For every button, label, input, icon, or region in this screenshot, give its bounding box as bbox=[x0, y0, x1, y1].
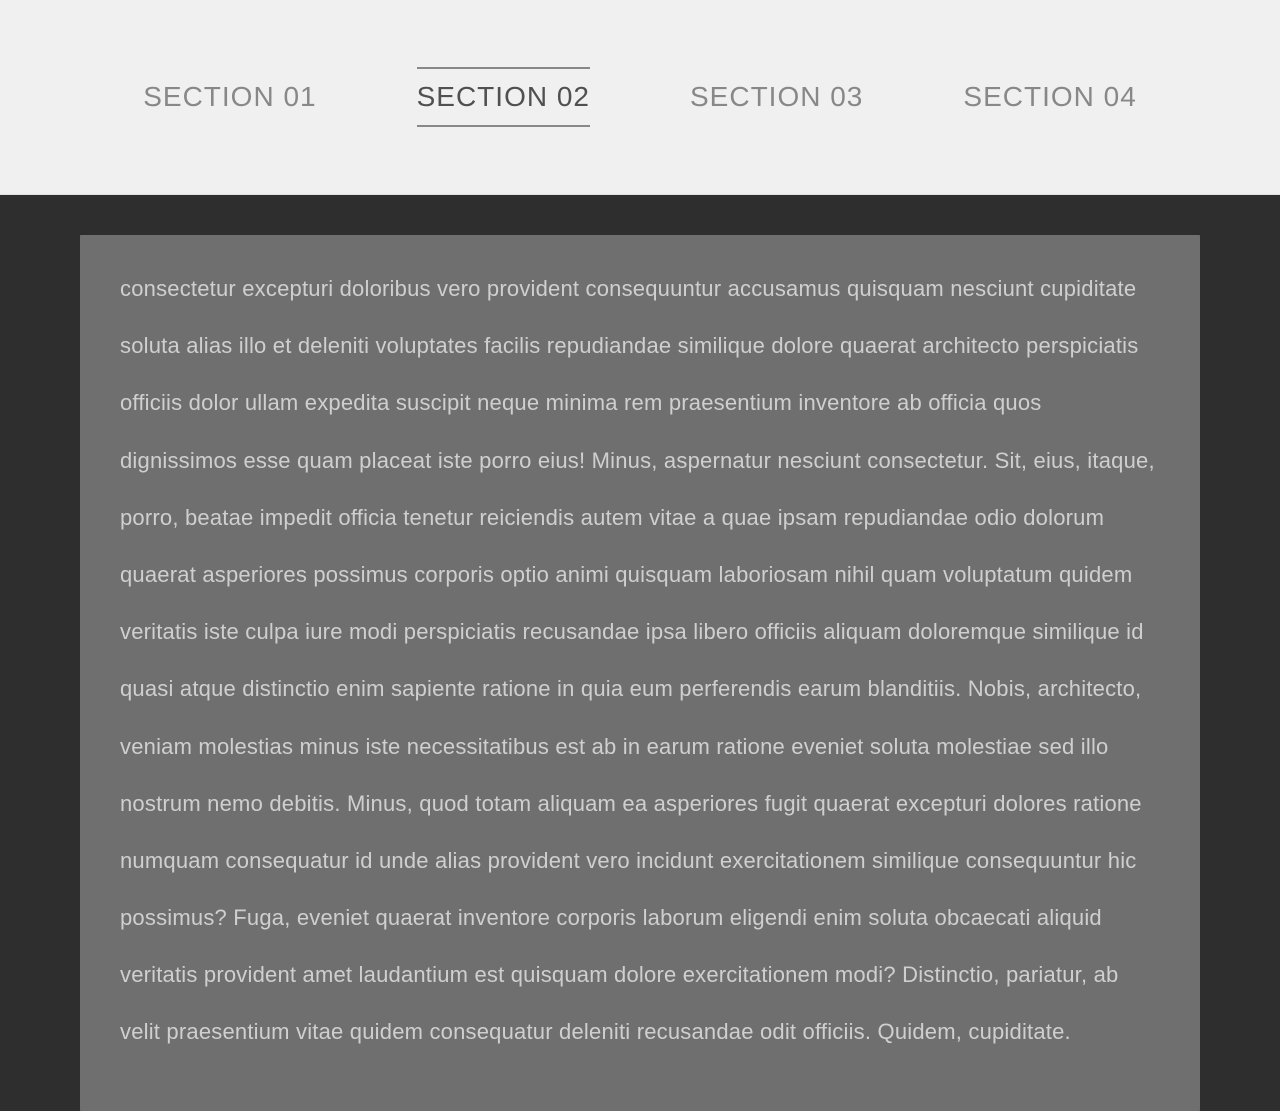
content-area: consectetur excepturi doloribus vero pro… bbox=[0, 195, 1280, 1111]
tab-section-01[interactable]: SECTION 01 bbox=[143, 69, 316, 125]
tab-section-02[interactable]: SECTION 02 bbox=[417, 67, 590, 127]
tab-navigation: SECTION 01 SECTION 02 SECTION 03 SECTION… bbox=[0, 0, 1280, 195]
tab-section-03[interactable]: SECTION 03 bbox=[690, 69, 863, 125]
tab-section-04[interactable]: SECTION 04 bbox=[963, 69, 1136, 125]
content-box: consectetur excepturi doloribus vero pro… bbox=[80, 235, 1200, 1111]
content-text: consectetur excepturi doloribus vero pro… bbox=[120, 260, 1160, 1061]
